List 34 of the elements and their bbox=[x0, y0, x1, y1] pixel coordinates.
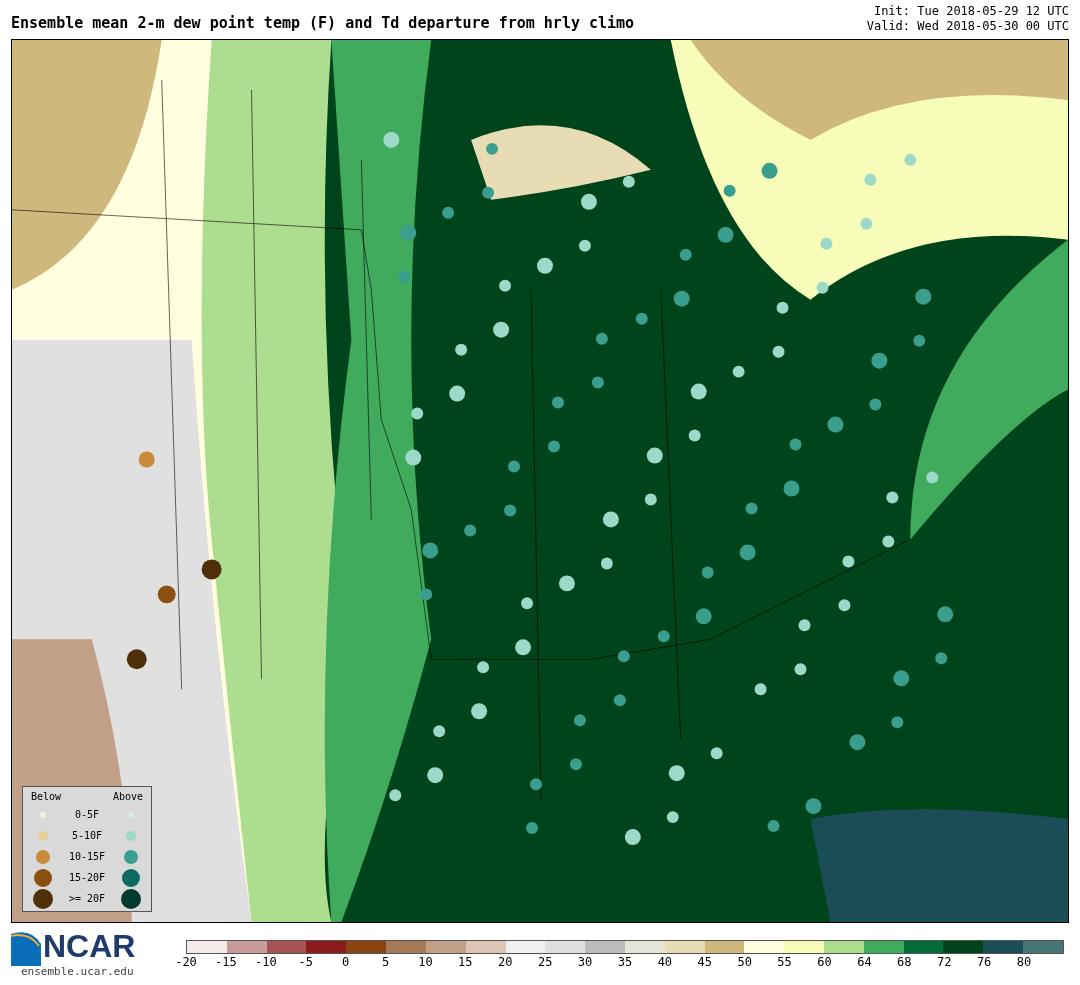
colorbar-tick-label: 64 bbox=[857, 954, 872, 970]
colorbar-tick-label: 68 bbox=[897, 954, 912, 970]
legend-heading: Below bbox=[31, 790, 62, 804]
colorbar-tick-label: 5 bbox=[381, 954, 390, 970]
legend-label: 15-20F bbox=[67, 871, 107, 885]
colorbar-tick-label: 50 bbox=[737, 954, 752, 970]
valid-time: Valid: Wed 2018-05-30 00 UTC bbox=[866, 19, 1069, 34]
colorbar-tick-label: 45 bbox=[697, 954, 712, 970]
colorbar-tick-label: 25 bbox=[537, 954, 553, 970]
legend-label: 10-15F bbox=[67, 850, 107, 864]
colorbar-tick-label: -15 bbox=[215, 954, 237, 970]
colorbar-tick-label: 72 bbox=[937, 954, 952, 970]
legend-heading: Above bbox=[112, 790, 143, 804]
init-time: Init: Tue 2018-05-29 12 UTC bbox=[873, 4, 1069, 19]
chart-title: Ensemble mean 2-m dew point temp (F) and Td departure from hrly climo bbox=[11, 13, 635, 34]
colorbar-tick-label: 35 bbox=[617, 954, 633, 970]
colorbar-tick-label: 0 bbox=[342, 954, 350, 970]
colorbar-tick-label: 40 bbox=[657, 954, 673, 970]
colorbar-tick-label: 80 bbox=[1016, 954, 1032, 970]
colorbar-tick-label: -10 bbox=[254, 954, 277, 970]
legend-label: 0-5F bbox=[73, 808, 101, 822]
colorbar-tick-label: 30 bbox=[577, 954, 593, 970]
colorbar-tick-label: 60 bbox=[817, 954, 832, 970]
colorbar-tick-label: 76 bbox=[976, 954, 992, 970]
colorbar-tick-label: 55 bbox=[777, 954, 792, 970]
logo-url: ensemble.ucar.edu bbox=[21, 966, 135, 978]
colorbar-tick-label: 10 bbox=[418, 954, 433, 970]
colorbar-tick-label: -20 bbox=[175, 954, 197, 970]
colorbar-tick-label: 20 bbox=[498, 954, 513, 970]
legend-label: >= 20F bbox=[67, 892, 107, 906]
logo-text: NCAR bbox=[43, 928, 136, 964]
legend-label: 5-10F bbox=[70, 829, 104, 843]
colorbar-tick-label: -5 bbox=[298, 954, 313, 970]
colorbar-tick-label: 15 bbox=[458, 954, 473, 970]
